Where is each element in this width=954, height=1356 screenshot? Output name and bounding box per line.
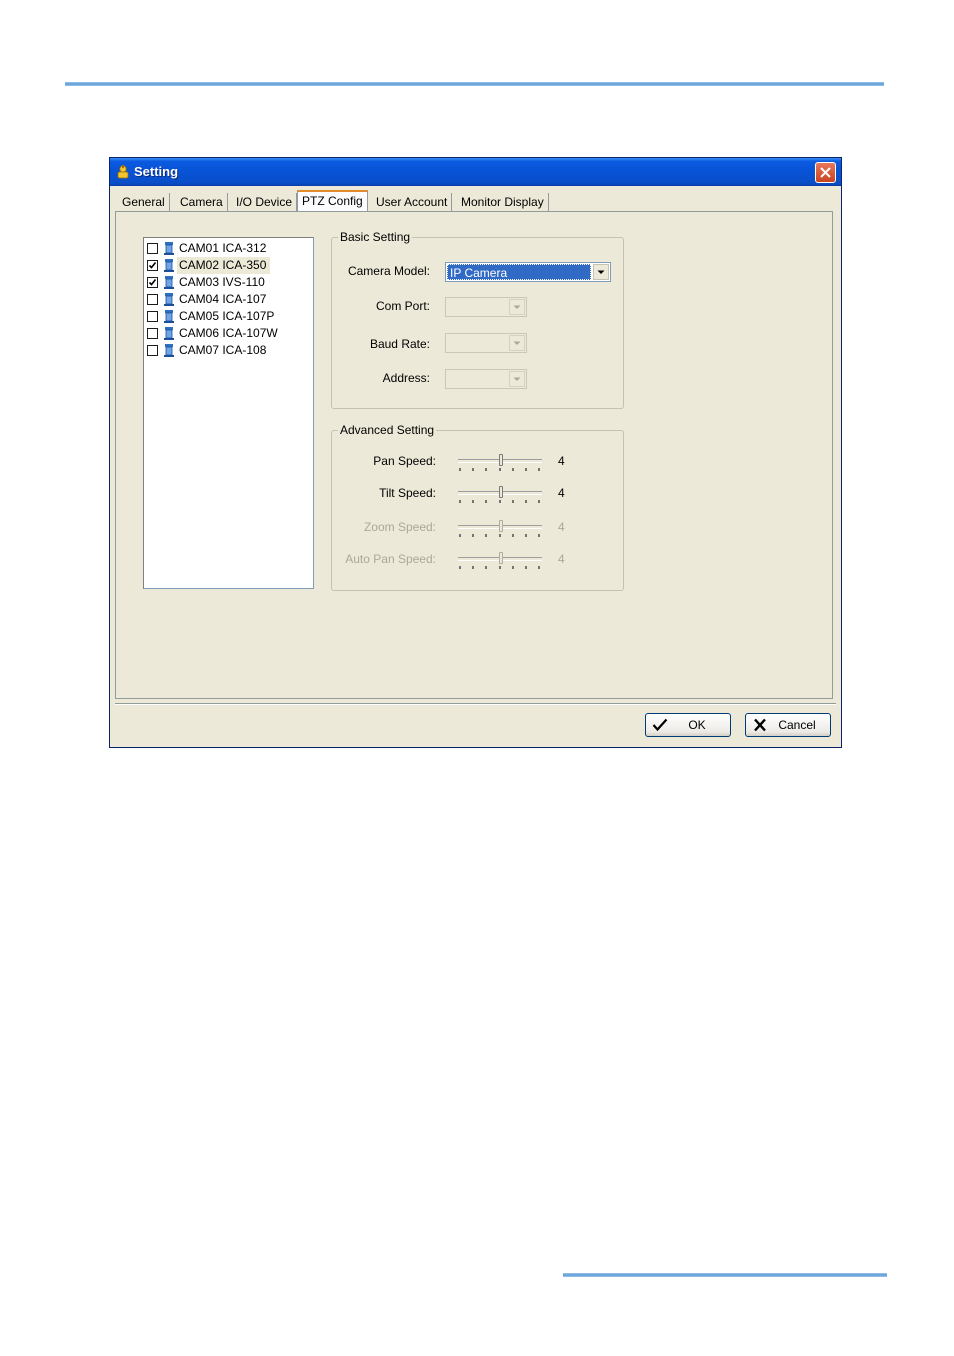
camera-icon <box>164 276 174 289</box>
auto-pan-speed-label: Auto Pan Speed: <box>345 552 436 566</box>
chevron-down-icon <box>513 305 521 309</box>
dropdown-arrow[interactable] <box>509 335 525 351</box>
checkmark-icon <box>148 262 157 269</box>
camera-icon <box>164 344 174 357</box>
tab-general[interactable]: General <box>118 193 170 211</box>
chevron-down-icon <box>513 341 521 345</box>
baud-rate-select[interactable] <box>445 333 527 353</box>
camera-label: CAM01 ICA-312 <box>179 241 267 255</box>
tilt-speed-value: 4 <box>558 486 565 500</box>
advanced-setting-title: Advanced Setting <box>338 423 437 437</box>
slider-thumb[interactable] <box>499 520 503 532</box>
com-port-select[interactable] <box>445 297 527 317</box>
address-label: Address: <box>382 371 430 385</box>
slider-ticks <box>459 500 540 503</box>
dropdown-arrow[interactable] <box>593 264 609 280</box>
tab-user-account[interactable]: User Account <box>372 193 453 211</box>
zoom-speed-slider[interactable] <box>458 520 542 542</box>
cancel-button[interactable]: Cancel <box>745 713 831 737</box>
ptz-config-panel: CAM01 ICA-312 CAM02 ICA-350 CAM03 IVS-11… <box>115 211 833 699</box>
camera-checkbox[interactable] <box>147 243 158 254</box>
address-select[interactable] <box>445 369 527 389</box>
tab-ptz-config[interactable]: PTZ Config <box>297 190 368 212</box>
baud-rate-label: Baud Rate: <box>369 337 430 351</box>
checkmark-icon <box>148 279 157 286</box>
slider-thumb[interactable] <box>499 486 503 498</box>
camera-label: CAM07 ICA-108 <box>179 343 267 357</box>
ptz-setting-icon <box>117 165 129 179</box>
slider-ticks <box>459 468 540 471</box>
camera-label: CAM02 ICA-350 <box>177 257 271 274</box>
ok-button[interactable]: OK <box>645 713 731 737</box>
dropdown-arrow[interactable] <box>509 299 525 315</box>
slider-ticks <box>459 566 540 569</box>
camera-list[interactable]: CAM01 ICA-312 CAM02 ICA-350 CAM03 IVS-11… <box>143 237 314 589</box>
chevron-down-icon <box>597 270 605 274</box>
com-port-label: Com Port: <box>375 299 430 313</box>
camera-label: CAM06 ICA-107W <box>179 326 278 340</box>
zoom-speed-label: Zoom Speed: <box>363 520 436 534</box>
slider-thumb[interactable] <box>499 454 503 466</box>
camera-checkbox[interactable] <box>147 277 158 288</box>
button-separator <box>115 703 836 705</box>
camera-checkbox[interactable] <box>147 311 158 322</box>
window-title: Setting <box>134 164 179 179</box>
camera-label: CAM04 ICA-107 <box>179 292 267 306</box>
basic-setting-title: Basic Setting <box>338 230 413 244</box>
dropdown-arrow[interactable] <box>509 371 525 387</box>
camera-model-select[interactable]: IP Camera <box>445 262 611 282</box>
camera-model-label: Camera Model: <box>347 264 430 278</box>
camera-checkbox[interactable] <box>147 260 158 271</box>
page-footer-rule <box>563 1273 887 1277</box>
camera-checkbox[interactable] <box>147 294 158 305</box>
cancel-label: Cancel <box>778 718 816 732</box>
tilt-speed-slider[interactable] <box>458 486 542 508</box>
camera-icon <box>164 259 174 272</box>
tab-camera[interactable]: Camera <box>176 193 228 211</box>
camera-model-value: IP Camera <box>447 264 591 280</box>
camera-icon <box>164 293 174 306</box>
slider-ticks <box>459 534 540 537</box>
page-header-rule <box>65 82 884 86</box>
tab-io-device[interactable]: I/O Device <box>232 193 298 211</box>
auto-pan-speed-slider[interactable] <box>458 552 542 574</box>
chevron-down-icon <box>513 377 521 381</box>
camera-label: CAM05 ICA-107P <box>179 309 275 323</box>
camera-icon <box>164 242 174 255</box>
slider-thumb[interactable] <box>499 552 503 564</box>
camera-icon <box>164 327 174 340</box>
zoom-speed-value: 4 <box>558 520 565 534</box>
camera-label: CAM03 IVS-110 <box>179 275 265 289</box>
auto-pan-speed-value: 4 <box>558 552 565 566</box>
close-icon <box>820 167 831 178</box>
setting-dialog: Setting General Camera I/O Device PTZ Co… <box>109 157 842 748</box>
advanced-setting-group: Advanced Setting Pan Speed: 4 Tilt Speed… <box>331 423 624 591</box>
camera-icon <box>164 310 174 323</box>
close-button[interactable] <box>815 162 836 183</box>
camera-checkbox[interactable] <box>147 345 158 356</box>
title-bar[interactable]: Setting <box>110 158 841 186</box>
pan-speed-label: Pan Speed: <box>373 454 436 468</box>
ok-label: OK <box>688 718 706 732</box>
camera-checkbox[interactable] <box>147 328 158 339</box>
tab-monitor-display[interactable]: Monitor Display <box>457 193 549 211</box>
pan-speed-value: 4 <box>558 454 565 468</box>
basic-setting-group: Basic Setting Camera Model: IP Camera Co… <box>331 230 624 409</box>
pan-speed-slider[interactable] <box>458 454 542 476</box>
tilt-speed-label: Tilt Speed: <box>379 486 436 500</box>
